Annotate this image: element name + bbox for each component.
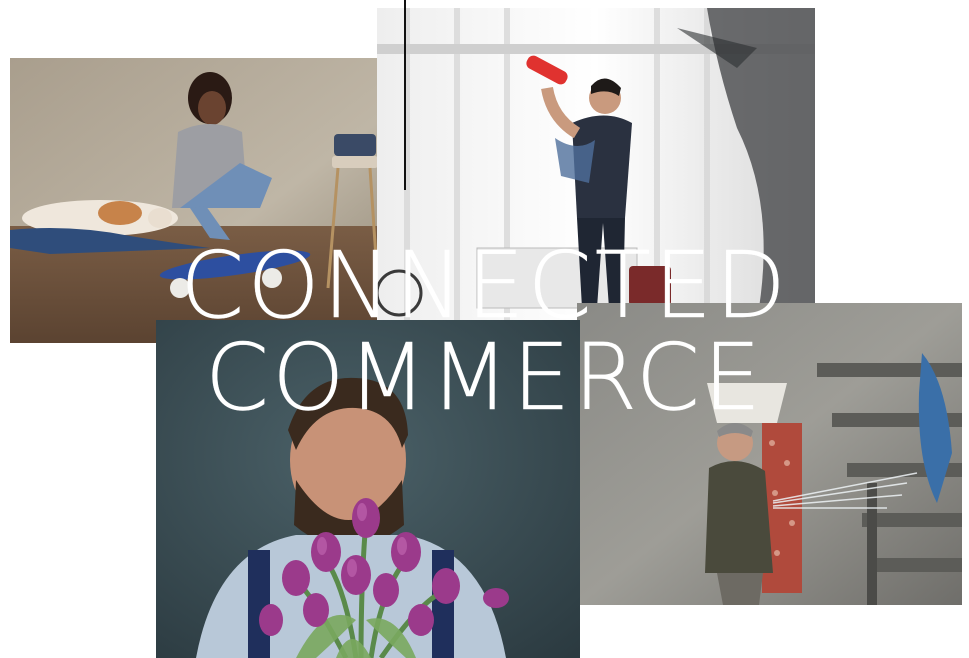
headline: CONNECTED COMMERCE <box>0 232 969 431</box>
headline-line-commerce: COMMERCE <box>204 324 765 431</box>
headline-line-connected: CONNECTED <box>180 232 789 339</box>
vertical-divider-line <box>404 0 406 190</box>
